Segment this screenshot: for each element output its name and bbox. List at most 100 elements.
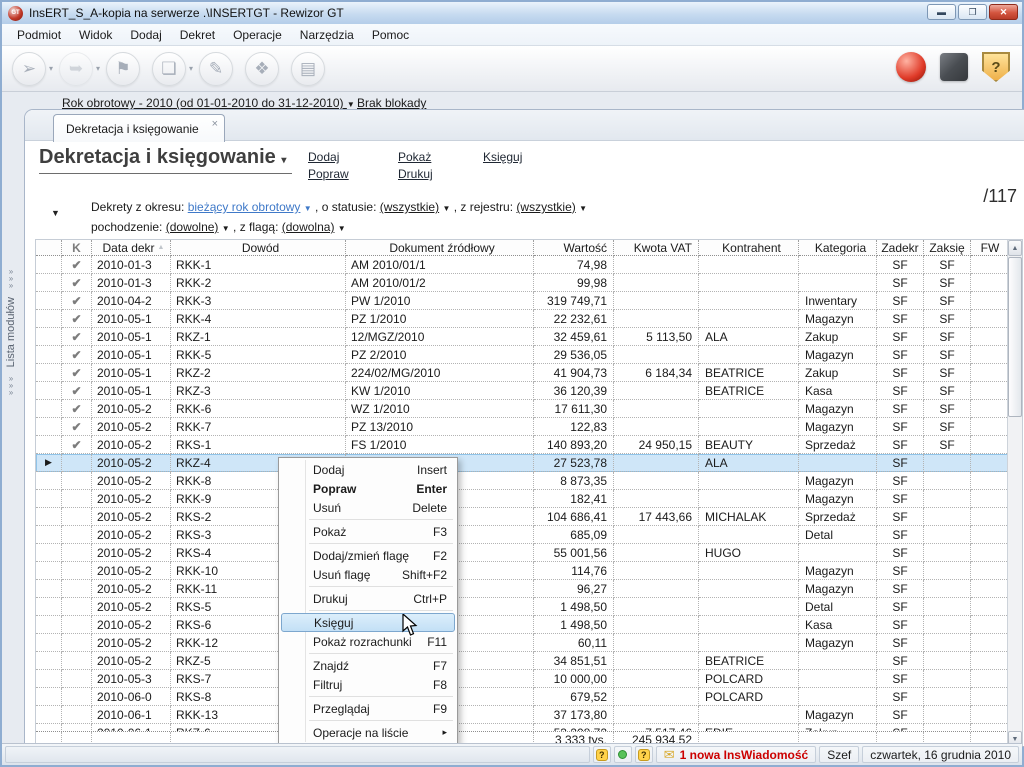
link-popraw[interactable]: Popraw [308, 167, 349, 181]
table-row[interactable]: ✔2010-05-1RKK-4PZ 1/201022 232,61Magazyn… [36, 310, 1022, 328]
modules-cube-icon[interactable] [940, 53, 968, 81]
filter-register-value[interactable]: (wszystkie) [516, 200, 575, 214]
column-header-dowod[interactable]: Dowód [171, 240, 346, 256]
lock-status-link[interactable]: Brak blokady [357, 96, 426, 110]
table-row[interactable]: 2010-05-2RKZ-534 851,51BEATRICESF [36, 652, 1022, 670]
table-row[interactable]: 2010-06-0RKS-8679,52POLCARDSF [36, 688, 1022, 706]
column-header-k[interactable]: K [62, 240, 92, 256]
link-drukuj[interactable]: Drukuj [398, 167, 433, 181]
select-tool-dropdown-icon[interactable]: ▾ [49, 64, 53, 73]
column-header-vat[interactable]: Kwota VAT [614, 240, 699, 256]
table-row[interactable]: ✔2010-05-2RKK-7PZ 13/2010122,83MagazynSF… [36, 418, 1022, 436]
title-bar[interactable]: GT InsERT_S_A-kopia na serwerze .\INSERT… [2, 2, 1022, 24]
table-row[interactable]: 2010-05-2RKS-2104 686,4117 443,66MICHALA… [36, 508, 1022, 526]
module-strip[interactable]: » » » Lista modułów » » » [4, 268, 18, 540]
menu-item-dodaj[interactable]: DodajInsert [281, 460, 455, 479]
table-row[interactable]: 2010-06-1RKK-1337 173,80MagazynSF [36, 706, 1022, 724]
column-header-dok[interactable]: Dokument źródłowy [346, 240, 534, 256]
column-header-kontr[interactable]: Kontrahent [699, 240, 799, 256]
stamp-tool-button[interactable]: ❖ [245, 52, 279, 86]
table-row[interactable]: 2010-05-2RKK-9182,41MagazynSF [36, 490, 1022, 508]
table-row[interactable]: 2010-05-2RKK-10114,76MagazynSF [36, 562, 1022, 580]
column-header-wart[interactable]: Wartość [534, 240, 614, 256]
page-title[interactable]: Dekretacja i księgowanie ▾ [39, 146, 292, 174]
help-question-icon[interactable]: ? [635, 746, 653, 763]
close-button[interactable]: ✕ [989, 4, 1018, 20]
menu-operacje[interactable]: Operacje [224, 25, 291, 45]
menu-item-operacje-na-liście[interactable]: Operacje na liście▸ [281, 723, 455, 742]
table-row[interactable]: ✔2010-05-1RKZ-112/MGZ/201032 459,615 113… [36, 328, 1022, 346]
scrollbar-thumb[interactable] [1008, 257, 1022, 417]
table-row[interactable]: ✔2010-01-3RKK-2AM 2010/01/299,98SFSF [36, 274, 1022, 292]
table-row[interactable]: ▶2010-05-2RKZ-4wypłata27 523,78ALASF [36, 454, 1022, 472]
column-header-fw[interactable]: FW [971, 240, 1009, 256]
menu-item-popraw[interactable]: PoprawEnter [281, 479, 455, 498]
chevron-down-icon[interactable]: ▼ [304, 204, 312, 213]
column-header-zadekr[interactable]: Zadekr [877, 240, 924, 256]
menu-dodaj[interactable]: Dodaj [121, 25, 170, 45]
fiscal-year-selector[interactable]: Rok obrotowy - 2010 (od 01-01-2010 do 31… [62, 96, 355, 110]
table-row[interactable]: ✔2010-01-3RKK-1AM 2010/01/174,98SFSF [36, 256, 1022, 274]
minimize-button[interactable]: ▬ [927, 4, 956, 20]
table-row[interactable]: ✔2010-05-2RKK-6WZ 1/201017 611,30Magazyn… [36, 400, 1022, 418]
filter-status-value[interactable]: (wszystkie) [380, 200, 439, 214]
restore-button[interactable]: ❐ [958, 4, 987, 20]
tab-close-icon[interactable]: × [212, 118, 218, 130]
column-header-ind[interactable] [36, 240, 62, 256]
menu-widok[interactable]: Widok [70, 25, 121, 45]
tab-dekretacja[interactable]: Dekretacja i księgowanie × [53, 114, 225, 142]
help-question-icon[interactable]: ? [593, 746, 611, 763]
table-row[interactable]: 2010-05-2RKK-1196,27MagazynSF [36, 580, 1022, 598]
menu-item-usuń[interactable]: UsuńDelete [281, 498, 455, 517]
menu-item-księguj[interactable]: Księguj [281, 613, 455, 632]
chevron-down-icon[interactable]: ▼ [338, 224, 346, 233]
new-document-tool-button[interactable]: ❏ [152, 52, 186, 86]
insert-sphere-icon[interactable] [896, 52, 926, 82]
table-row[interactable]: 2010-05-2RKS-3685,09DetalSF [36, 526, 1022, 544]
table-row[interactable]: ✔2010-05-1RKK-5PZ 2/201029 536,05Magazyn… [36, 346, 1022, 364]
menu-item-filtruj[interactable]: FiltrujF8 [281, 675, 455, 694]
print-tool-button[interactable]: ▤ [291, 52, 325, 86]
menu-narzedzia[interactable]: Narzędzia [291, 25, 363, 45]
link-pokaz[interactable]: Pokaż [398, 150, 431, 164]
table-row[interactable]: 2010-05-2RKS-455 001,56HUGOSF [36, 544, 1022, 562]
help-shield-icon[interactable]: ? [982, 52, 1010, 82]
table-row[interactable]: 2010-06-1RKZ-653 208,727 517,46EDIEZakup… [36, 724, 1022, 731]
select-tool-button[interactable]: ➢ [12, 52, 46, 86]
table-row[interactable]: ✔2010-05-1RKZ-2224/02/MG/201041 904,736 … [36, 364, 1022, 382]
filter-flag-value[interactable]: (dowolna) [282, 220, 335, 234]
table-row[interactable]: 2010-05-2RKK-88 873,35MagazynSF [36, 472, 1022, 490]
column-header-date[interactable]: Data dekr▲ [92, 240, 171, 256]
menu-item-znajdź[interactable]: ZnajdźF7 [281, 656, 455, 675]
table-row[interactable]: 2010-05-3RKS-710 000,00POLCARDSF [36, 670, 1022, 688]
column-header-zaksie[interactable]: Zaksię [924, 240, 971, 256]
menu-item-przeglądaj[interactable]: PrzeglądajF9 [281, 699, 455, 718]
menu-pomoc[interactable]: Pomoc [363, 25, 418, 45]
scroll-up-button[interactable]: ▲ [1008, 240, 1022, 256]
menu-item-drukuj[interactable]: DrukujCtrl+P [281, 589, 455, 608]
table-row[interactable]: 2010-05-2RKS-51 498,50DetalSF [36, 598, 1022, 616]
chevron-down-icon[interactable]: ▼ [222, 224, 230, 233]
table-row[interactable]: ✔2010-05-2RKS-1FS 1/2010140 893,2024 950… [36, 436, 1022, 454]
filter-origin-value[interactable]: (dowolne) [166, 220, 219, 234]
menu-item-pokaż[interactable]: PokażF3 [281, 522, 455, 541]
user-cell[interactable]: Szef [819, 746, 859, 763]
table-row[interactable]: 2010-05-2RKK-1260,11MagazynSF [36, 634, 1022, 652]
inswiadomosc-cell[interactable]: ✉ 1 nowa InsWiadomość [656, 746, 817, 763]
filter-collapse-icon[interactable]: ▼ [51, 208, 60, 218]
filter-period-value[interactable]: bieżący rok obrotowy [188, 200, 301, 214]
menu-item-dodaj-zmień-flagę[interactable]: Dodaj/zmień flagęF2 [281, 546, 455, 565]
table-row[interactable]: ✔2010-05-1RKZ-3KW 1/201036 120,39BEATRIC… [36, 382, 1022, 400]
menu-dekret[interactable]: Dekret [171, 25, 224, 45]
chevron-down-icon[interactable]: ▼ [579, 204, 587, 213]
menu-podmiot[interactable]: Podmiot [8, 25, 70, 45]
edit-tool-button[interactable]: ✎ [199, 52, 233, 86]
new-document-tool-dropdown-icon[interactable]: ▾ [189, 64, 193, 73]
chevron-down-icon[interactable]: ▼ [442, 204, 450, 213]
flag-tool-button[interactable]: ⚑ [106, 52, 140, 86]
table-row[interactable]: ✔2010-04-2RKK-3PW 1/2010319 749,71Inwent… [36, 292, 1022, 310]
column-header-kat[interactable]: Kategoria [799, 240, 877, 256]
vertical-scrollbar[interactable]: ▲ ▼ [1007, 240, 1022, 747]
menu-item-pokaż-rozrachunki[interactable]: Pokaż rozrachunkiF11 [281, 632, 455, 651]
link-ksieguj[interactable]: Księguj [483, 150, 522, 164]
